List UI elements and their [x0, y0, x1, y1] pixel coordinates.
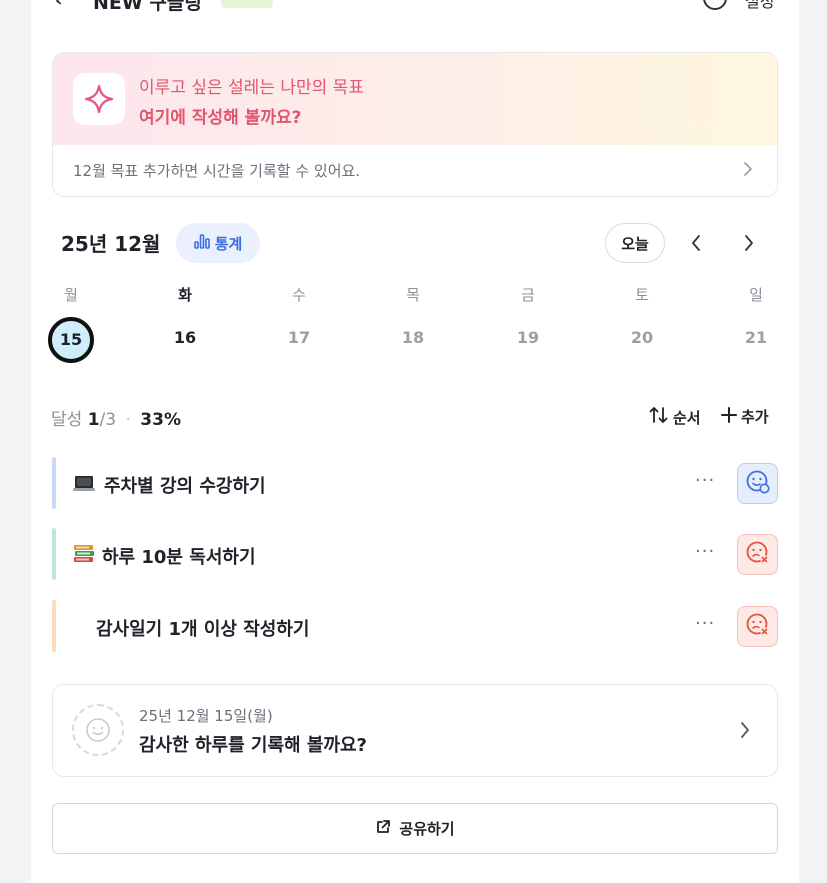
goal-banner-top: 이루고 싶은 설레는 나만의 목표 여기에 작성해 볼까요?: [53, 53, 777, 145]
weekday-label: 목: [406, 286, 420, 304]
books-icon: [72, 542, 96, 566]
weekday-label: 금: [521, 286, 535, 304]
task-color-bar: [52, 528, 56, 580]
date-cell[interactable]: 16: [165, 328, 205, 347]
gratitude-diary-card[interactable]: 25년 12월 15일(월) 감사한 하루를 기록해 볼까요?: [52, 684, 778, 777]
task-label: 주차별 강의 수강하기: [104, 476, 266, 497]
settings-link[interactable]: 설정: [745, 0, 774, 12]
app-page: ‹ NEW 구글링 설정 이루고 싶은 설레는 나만의 목표 여기에 작성해 볼…: [31, 0, 799, 883]
smile-check-icon: [745, 469, 771, 499]
chevron-right-icon: [743, 161, 753, 181]
sort-arrows-icon: [649, 406, 669, 428]
page-title: NEW 구글링: [93, 0, 202, 14]
sad-x-icon: [745, 612, 771, 642]
goal-banner-line1: 이루고 싶은 설레는 나만의 목표: [139, 78, 364, 98]
weekday-label: 화: [178, 286, 192, 304]
weekday-label: 토: [635, 286, 649, 304]
diary-prompt: 감사한 하루를 기록해 볼까요?: [139, 735, 367, 756]
chevron-left-icon: [690, 235, 702, 257]
share-label: 공유하기: [399, 820, 455, 838]
goal-banner-line2: 여기에 작성해 볼까요?: [139, 108, 302, 128]
date-cell[interactable]: 21: [736, 328, 776, 347]
top-header: ‹ NEW 구글링 설정: [31, 0, 799, 14]
task-label: 감사일기 1개 이상 작성하기: [96, 619, 310, 640]
bar-chart-icon: [193, 233, 210, 253]
date-cell[interactable]: 17: [279, 328, 319, 347]
achievement-total: /3: [99, 410, 117, 430]
task-row[interactable]: 주차별 강의 수강하기 ···: [52, 457, 778, 509]
task-label: 하루 10분 독서하기: [102, 547, 256, 568]
task-row[interactable]: 감사일기 1개 이상 작성하기 ···: [52, 600, 778, 652]
sparkle-icon: [73, 73, 125, 125]
achievement-percent: 33%: [140, 410, 181, 430]
achievement-done: 1: [87, 410, 100, 430]
goal-banner[interactable]: 이루고 싶은 설레는 나만의 목표 여기에 작성해 볼까요? 12월 목표 추가…: [52, 52, 778, 197]
task-status-button[interactable]: [737, 606, 778, 647]
month-title: 25년 12월: [61, 232, 161, 256]
stats-button[interactable]: 통계: [176, 223, 260, 263]
chevron-right-icon: [743, 235, 755, 257]
separator-dot: ·: [125, 410, 131, 430]
date-selected[interactable]: 15: [48, 317, 94, 363]
title-badge: [221, 0, 273, 8]
sort-button[interactable]: 순서: [649, 406, 701, 428]
prev-week-button[interactable]: [690, 233, 702, 257]
weekday-label: 일: [749, 286, 763, 304]
task-color-bar: [52, 600, 56, 652]
smiley-icon: [72, 704, 124, 756]
weekday-label: 수: [292, 286, 306, 304]
achievement-summary: 달성 1/3 · 33%: [51, 405, 181, 430]
date-cell[interactable]: 19: [508, 328, 548, 347]
back-button[interactable]: ‹: [55, 0, 62, 11]
add-task-button[interactable]: 추가: [721, 406, 769, 427]
task-status-button[interactable]: [737, 463, 778, 504]
date-cell[interactable]: 18: [393, 328, 433, 347]
task-row[interactable]: 하루 10분 독서하기 ···: [52, 528, 778, 580]
external-link-icon: [375, 819, 391, 839]
weekday-label: 월: [64, 286, 78, 304]
next-week-button[interactable]: [743, 233, 755, 257]
achievement-label: 달성: [51, 410, 83, 430]
clock-icon[interactable]: [703, 0, 727, 10]
date-cell[interactable]: 20: [622, 328, 662, 347]
chevron-right-icon: [739, 720, 751, 744]
laptop-icon: [72, 471, 96, 495]
sad-x-icon: [745, 540, 771, 570]
sort-label: 순서: [673, 408, 701, 427]
goal-add-row[interactable]: 12월 목표 추가하면 시간을 기록할 수 있어요.: [53, 145, 777, 196]
diary-date: 25년 12월 15일(월): [139, 707, 273, 725]
task-color-bar: [52, 457, 56, 509]
today-button[interactable]: 오늘: [605, 223, 665, 263]
more-options-button[interactable]: ···: [695, 470, 715, 491]
task-status-button[interactable]: [737, 534, 778, 575]
more-options-button[interactable]: ···: [695, 613, 715, 634]
stats-label: 통계: [214, 234, 243, 253]
more-options-button[interactable]: ···: [695, 541, 715, 562]
share-button[interactable]: 공유하기: [52, 803, 778, 854]
plus-icon: [721, 406, 737, 427]
add-label: 추가: [741, 408, 769, 426]
goal-add-hint: 12월 목표 추가하면 시간을 기록할 수 있어요.: [73, 162, 361, 180]
